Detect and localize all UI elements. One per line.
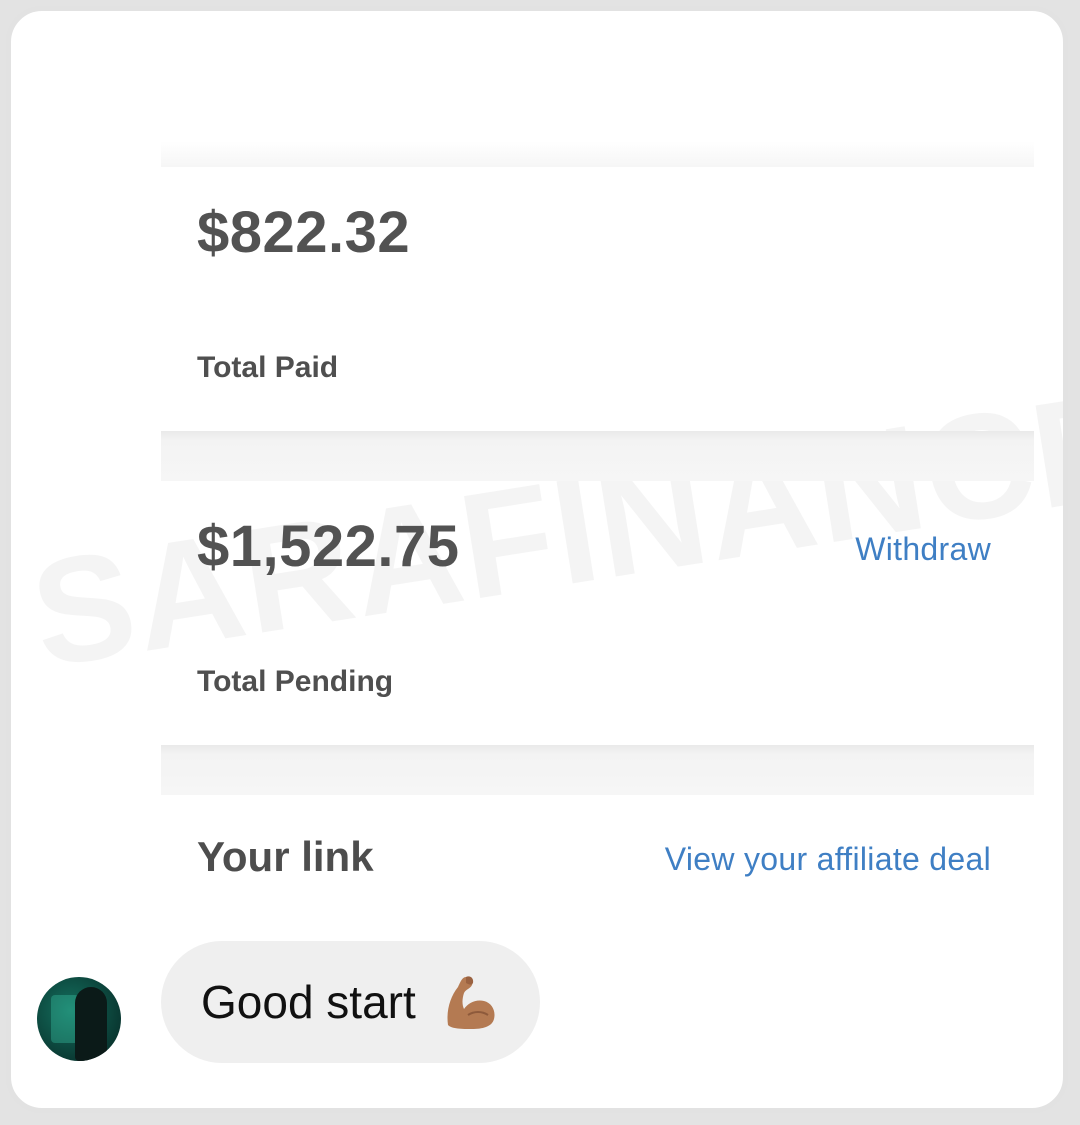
chat-message-text: Good start bbox=[201, 976, 416, 1028]
total-pending-amount: $1,522.75 bbox=[197, 514, 460, 579]
screenshot-frame: SARAFINANCE $822.32 Total Paid $1,522.75… bbox=[6, 6, 1068, 1113]
view-affiliate-deal-link[interactable]: View your affiliate deal bbox=[665, 841, 991, 878]
total-paid-amount: $822.32 bbox=[197, 200, 411, 265]
chat-message-bubble[interactable]: Good start bbox=[161, 941, 540, 1063]
avatar-silhouette bbox=[75, 987, 107, 1061]
top-divider bbox=[161, 141, 1034, 167]
flexed-biceps-icon bbox=[438, 971, 500, 1033]
withdraw-link[interactable]: Withdraw bbox=[855, 531, 991, 568]
card-divider bbox=[161, 431, 1034, 481]
total-pending-label: Total Pending bbox=[197, 665, 394, 698]
your-link-title: Your link bbox=[197, 833, 374, 880]
total-paid-label: Total Paid bbox=[197, 351, 339, 384]
avatar[interactable] bbox=[37, 977, 121, 1061]
card-divider bbox=[161, 745, 1034, 795]
